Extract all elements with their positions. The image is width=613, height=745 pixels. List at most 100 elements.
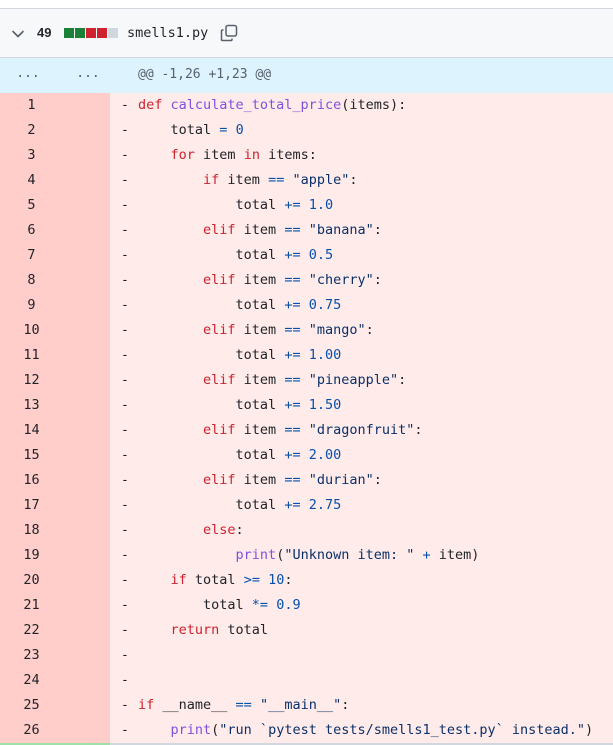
code-token: "__main__" [259,697,342,713]
code-text: total += 2.00 [138,447,342,463]
chevron-down-icon[interactable] [11,27,25,41]
code-token: total [138,597,252,613]
code-token: def [138,97,171,113]
line-number-cell[interactable]: 11 [0,343,110,368]
code-text: print("run `pytest tests/smells1_test.py… [138,722,594,738]
line-number-cell[interactable]: 22 [0,618,110,643]
code-token: total [138,497,285,513]
diff-line: 20 - if total >= 10: [0,568,613,593]
line-number-cell[interactable]: 4 [0,168,110,193]
code-token: : [414,422,423,438]
line-number-cell[interactable]: 16 [0,468,110,493]
code-token: *= [251,597,269,613]
deletion-marker: - [121,223,129,238]
line-number-cell[interactable]: 18 [0,518,110,543]
line-number-cell[interactable]: 5 [0,193,110,218]
line-number: 6 [27,222,36,238]
code-token: 1.00 [308,347,342,363]
line-number-cell[interactable]: 21 [0,593,110,618]
code-text: total = 0 [138,122,244,138]
line-number-cell[interactable]: 17 [0,493,110,518]
diff-line: 21 - total *= 0.9 [0,593,613,618]
diffstat [64,28,118,38]
diff-line: 2 - total = 0 [0,118,613,143]
deletion-marker: - [121,698,129,713]
line-number-cell[interactable]: 8 [0,268,110,293]
line-number-cell[interactable]: 9 [0,293,110,318]
code-token: item [235,272,285,288]
line-number-cell[interactable]: 10 [0,318,110,343]
code-token: += [284,347,301,363]
line-number: 22 [23,622,40,638]
line-number-cell[interactable]: 6 [0,218,110,243]
code-token: item [219,172,269,188]
code-token: += [284,497,301,513]
code-token: item [235,222,285,238]
code-token: total [138,447,285,463]
line-number: 18 [23,522,40,538]
code-token: : [398,372,407,388]
diff-line: 24 - [0,668,613,693]
file-name[interactable]: smells1.py [127,25,208,41]
line-number: 20 [23,572,40,588]
code-token: item [235,472,285,488]
copy-icon[interactable] [219,23,239,43]
line-number: 10 [23,322,40,338]
diff-line: 4 - if item == "apple": [0,168,613,193]
line-number-cell[interactable]: 26 [0,718,110,743]
code-token: if [203,172,220,188]
line-number: 4 [27,172,36,188]
diffstat-square [97,28,107,38]
code-token: total [138,197,285,213]
line-number-cell[interactable]: 24 [0,668,110,693]
deletion-marker: - [121,423,129,438]
line-number: 12 [23,372,40,388]
code-token: "durian" [308,472,374,488]
diffstat-square [75,28,85,38]
line-number-cell[interactable]: 23 [0,643,110,668]
line-number-cell[interactable]: 19 [0,543,110,568]
deletion-marker: - [121,173,129,188]
code-token: return [170,622,220,638]
line-number-cell[interactable]: 1 [0,93,110,118]
code-text: return total [138,622,269,638]
line-number-cell[interactable]: 2 [0,118,110,143]
code-token: if [138,697,155,713]
diff-line: 12 - elif item == "pineapple": [0,368,613,393]
code-text: total *= 0.9 [138,597,301,613]
code-token: >= [243,572,260,588]
code-token: 10 [268,572,285,588]
code-token: : [284,572,293,588]
code-token: for [170,147,195,163]
expand-down-button[interactable]: ... [72,66,104,81]
code-token: print [235,547,277,563]
line-number-cell[interactable]: 20 [0,568,110,593]
line-number-cell[interactable]: 14 [0,418,110,443]
line-number-cell[interactable]: 3 [0,143,110,168]
line-number-cell[interactable]: 12 [0,368,110,393]
expand-up-button[interactable]: ... [8,66,48,81]
line-number: 5 [27,197,36,213]
diffstat-square [108,28,118,38]
code-token: == [284,372,301,388]
code-token: : [373,472,382,488]
line-number-cell[interactable]: 25 [0,693,110,718]
line-number-cell[interactable]: 7 [0,243,110,268]
code-text: total += 1.50 [138,397,342,413]
deletion-marker: - [121,598,129,613]
line-number-cell[interactable]: 13 [0,393,110,418]
diff-line: 17 - total += 2.75 [0,493,613,518]
diff-line: 6 - elif item == "banana": [0,218,613,243]
line-number-cell[interactable]: 15 [0,443,110,468]
code-text: elif item == "mango": [138,322,374,338]
deletion-marker: - [121,373,129,388]
